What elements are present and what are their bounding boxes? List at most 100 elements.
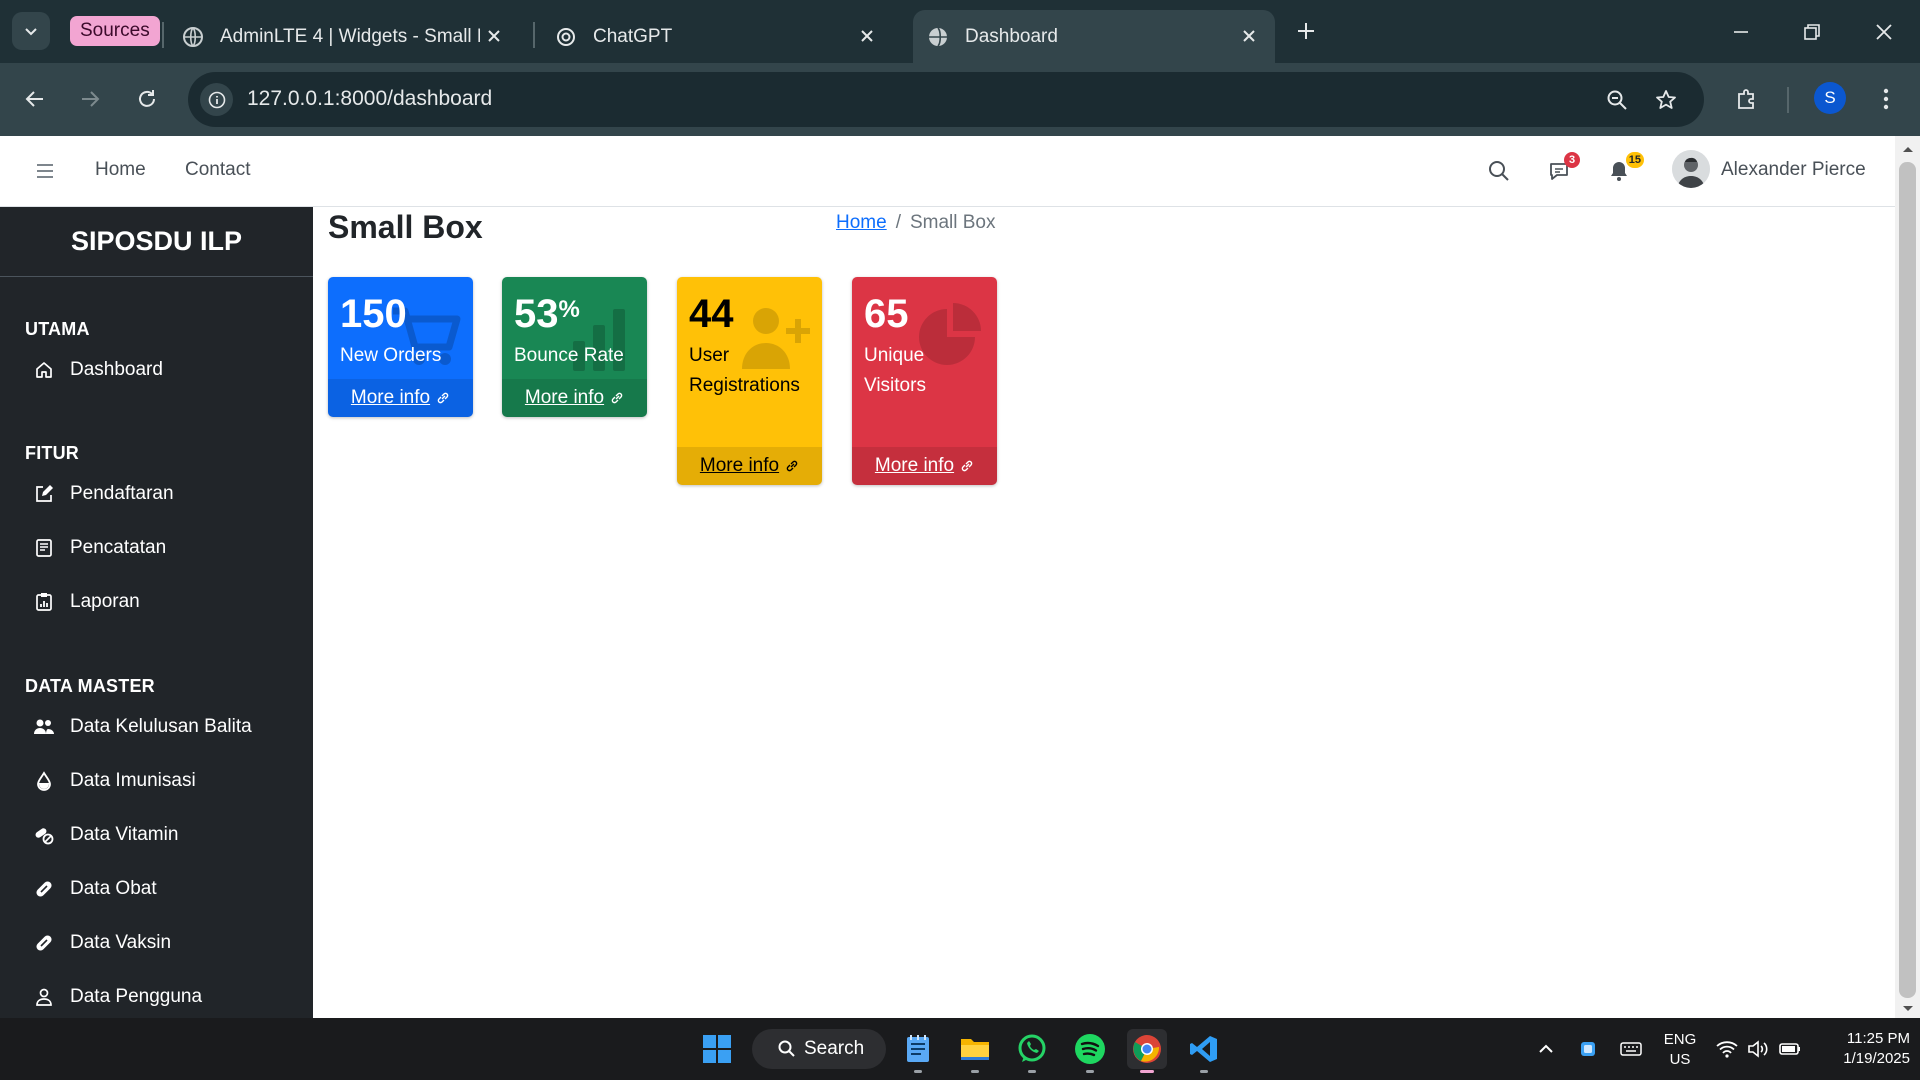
vscode-app[interactable] <box>1184 1029 1224 1073</box>
breadcrumb-home-link[interactable]: Home <box>836 212 887 233</box>
sidebar-item-label: Data Pengguna <box>70 986 203 1007</box>
small-box-label: New Orders <box>340 345 442 366</box>
sidebar-item-laporan[interactable]: Laporan <box>0 582 313 622</box>
sidebar-item-data-vaksin[interactable]: Data Vaksin <box>0 923 313 963</box>
sidebar-section-data-master: DATA MASTER <box>25 676 155 696</box>
droplet-icon <box>33 770 55 792</box>
browser-menu-button[interactable] <box>1867 80 1905 118</box>
people-icon <box>33 716 55 738</box>
small-box-unique-visitors: 65 Unique Visitors More info <box>852 277 997 485</box>
tab-group-sources[interactable]: Sources <box>70 16 160 46</box>
reload-button[interactable] <box>128 80 166 118</box>
tab-title: AdminLTE 4 | Widgets - Small Box <box>220 25 480 47</box>
extensions-button[interactable] <box>1728 80 1766 118</box>
edit-square-icon <box>33 483 55 505</box>
vertical-scrollbar[interactable] <box>1895 136 1920 1018</box>
close-window-button[interactable] <box>1866 14 1902 50</box>
whatsapp-icon <box>1018 1034 1046 1062</box>
scroll-down-arrow-icon[interactable] <box>1901 1002 1914 1015</box>
keyboard-region: US <box>1669 1051 1691 1068</box>
top-navbar: Home Contact 3 15 Alexander Pierce <box>0 136 1895 207</box>
vscode-icon <box>1190 1036 1217 1062</box>
minimize-button[interactable] <box>1723 14 1759 50</box>
tab-title: Dashboard <box>965 25 1058 47</box>
sidebar-item-data-obat[interactable]: Data Obat <box>0 869 313 909</box>
wifi-icon[interactable] <box>1715 1037 1739 1061</box>
tab-chatgpt[interactable]: ChatGPT <box>553 10 893 63</box>
restore-icon <box>1804 24 1820 40</box>
search-icon[interactable] <box>1484 156 1514 186</box>
sidebar-item-dashboard[interactable]: Dashboard <box>0 350 313 390</box>
address-bar[interactable]: 127.0.0.1:8000/dashboard <box>188 72 1704 127</box>
tab-search-button[interactable] <box>12 12 50 50</box>
running-indicator <box>914 1070 922 1073</box>
file-explorer-app[interactable] <box>955 1029 995 1073</box>
close-tab-icon[interactable] <box>482 24 506 48</box>
tab-strip: Sources AdminLTE 4 | Widgets - Small Box… <box>0 0 1920 63</box>
clock-date: 1/19/2025 <box>1843 1050 1910 1067</box>
notifications-badge: 15 <box>1625 152 1644 168</box>
nav-link-home[interactable]: Home <box>95 159 146 181</box>
restore-button[interactable] <box>1794 14 1830 50</box>
taskbar-search[interactable]: Search <box>752 1029 886 1069</box>
chevron-down-icon <box>25 28 37 36</box>
tab-adminlte[interactable]: AdminLTE 4 | Widgets - Small Box <box>180 10 520 63</box>
brand-logo[interactable]: SIPOSDU ILP <box>0 207 313 277</box>
globe-icon <box>180 24 206 50</box>
notepad-app[interactable] <box>898 1029 938 1073</box>
sidebar-item-data-pengguna[interactable]: Data Pengguna <box>0 977 313 1017</box>
nav-link-contact[interactable]: Contact <box>185 159 250 181</box>
spotify-app[interactable] <box>1070 1029 1110 1073</box>
small-box-more-info-link[interactable]: More info <box>677 447 822 485</box>
new-tab-button[interactable] <box>1291 16 1321 46</box>
more-info-text: More info <box>524 387 605 408</box>
minimize-icon <box>1734 31 1748 33</box>
small-box-more-info-link[interactable]: More info <box>328 379 473 417</box>
scrollbar-thumb[interactable] <box>1899 162 1916 998</box>
sidebar-item-data-imunisasi[interactable]: Data Imunisasi <box>0 761 313 801</box>
clock[interactable]: 11:25 PM 1/19/2025 <box>1814 1029 1910 1069</box>
hamburger-menu-icon[interactable] <box>34 160 56 182</box>
back-button[interactable] <box>16 80 54 118</box>
battery-icon[interactable] <box>1778 1037 1802 1061</box>
notifications-button[interactable]: 15 <box>1604 152 1644 186</box>
notepad-icon <box>907 1035 929 1062</box>
sidebar-item-pencatatan[interactable]: Pencatatan <box>0 528 313 568</box>
forward-button[interactable] <box>71 80 109 118</box>
small-box-more-info-link[interactable]: More info <box>852 447 997 485</box>
sidebar-section-utama: UTAMA <box>25 319 90 339</box>
scroll-up-arrow-icon[interactable] <box>1901 142 1914 155</box>
volume-icon[interactable] <box>1746 1037 1770 1061</box>
chrome-app[interactable] <box>1127 1029 1167 1073</box>
keyboard-icon[interactable] <box>1619 1037 1643 1061</box>
site-info-icon[interactable] <box>200 83 233 116</box>
language-code: ENG <box>1663 1031 1697 1048</box>
user-avatar[interactable] <box>1672 150 1710 188</box>
url-text[interactable]: 127.0.0.1:8000/dashboard <box>247 87 492 111</box>
windows-logo-icon <box>703 1035 731 1063</box>
person-icon <box>33 986 55 1008</box>
start-button[interactable] <box>697 1029 737 1069</box>
close-tab-icon[interactable] <box>1237 24 1261 48</box>
sidebar-item-data-kelulusan-balita[interactable]: Data Kelulusan Balita <box>0 707 313 747</box>
bookmark-star-icon[interactable] <box>1651 85 1681 115</box>
sidebar-item-pendaftaran[interactable]: Pendaftaran <box>0 474 313 514</box>
tab-dashboard[interactable]: Dashboard <box>913 10 1275 63</box>
small-box-value: 150 <box>340 292 407 336</box>
close-tab-icon[interactable] <box>855 24 879 48</box>
show-hidden-icons-chevron-up-icon[interactable] <box>1534 1037 1558 1061</box>
web-page: Home Contact 3 15 Alexander Pierce SIPOS… <box>0 136 1920 1018</box>
link-icon <box>611 392 623 404</box>
messages-button[interactable]: 3 <box>1544 152 1580 186</box>
messages-badge: 3 <box>1564 152 1580 168</box>
more-info-text: More info <box>699 455 780 476</box>
zoom-icon[interactable] <box>1602 85 1632 115</box>
profile-avatar[interactable]: S <box>1814 82 1846 114</box>
taskbar-search-label: Search <box>804 1038 865 1059</box>
language-indicator[interactable]: ENG US <box>1661 1030 1699 1070</box>
user-name[interactable]: Alexander Pierce <box>1721 159 1866 181</box>
tray-app-icon[interactable] <box>1576 1037 1600 1061</box>
whatsapp-app[interactable] <box>1012 1029 1052 1073</box>
sidebar-item-data-vitamin[interactable]: Data Vitamin <box>0 815 313 855</box>
small-box-more-info-link[interactable]: More info <box>502 379 647 417</box>
